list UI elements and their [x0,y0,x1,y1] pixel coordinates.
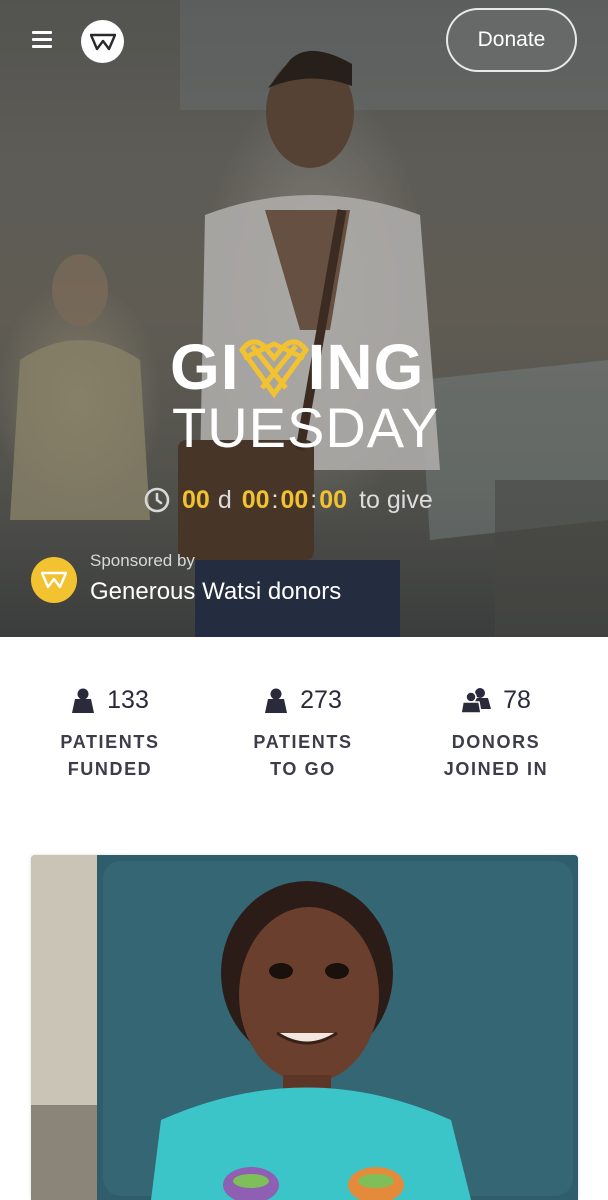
countdown-hours: 00 [241,485,270,514]
stat-value: 273 [300,685,342,714]
person-icon [72,688,95,713]
watsi-logo-icon [41,571,67,589]
countdown-days-unit: d [217,485,232,514]
sponsor-label: Sponsored by [90,551,195,570]
watsi-logo[interactable] [81,20,124,63]
stat-label: TO GO [270,759,336,779]
donate-button[interactable]: Donate [446,8,577,72]
stat-label: JOINED IN [443,759,549,779]
person-icon [265,688,288,713]
stat-value: 133 [107,685,149,714]
stat-patients-funded: 133 PATIENTS FUNDED [20,683,200,783]
countdown-timer: 00 d 00 : 00 : 00 to give [144,484,433,516]
sponsor-avatar [31,557,77,603]
stat-label: PATIENTS [253,732,353,752]
menu-icon[interactable] [30,28,56,52]
countdown-suffix: to give [359,485,433,514]
campaign-word-right: ING [307,331,425,403]
stat-donors-joined: 78 DONORS JOINED IN [406,683,586,783]
people-icon [461,688,492,713]
stat-value: 78 [503,685,531,714]
giving-tuesday-logo-line1: GI ING [170,332,450,402]
stat-label: FUNDED [67,759,153,779]
countdown-minutes: 00 [280,485,309,514]
heart-logo-icon [238,339,309,398]
stat-patients-to-go: 273 PATIENTS TO GO [213,683,393,783]
countdown-seconds: 00 [319,485,348,514]
patient-card[interactable] [31,855,578,1200]
countdown-separator: : [310,485,318,514]
sponsor-name: Generous Watsi donors [90,578,342,605]
watsi-logo-icon [89,33,116,50]
campaign-stats: 133 PATIENTS FUNDED 273 PATIENTS TO GO 7… [0,637,608,827]
stat-label: DONORS [451,732,541,752]
countdown-separator: : [271,485,279,514]
patient-photo[interactable] [31,855,578,1200]
countdown-days: 00 [182,485,210,514]
campaign-word-left: GI [170,331,240,403]
stat-label: PATIENTS [60,732,160,752]
campaign-word2: TUESDAY [172,396,440,459]
clock-icon [144,487,170,513]
hero-banner: Donate GI ING TUESDAY 00 d 00 : 00 : 00 … [0,0,608,637]
